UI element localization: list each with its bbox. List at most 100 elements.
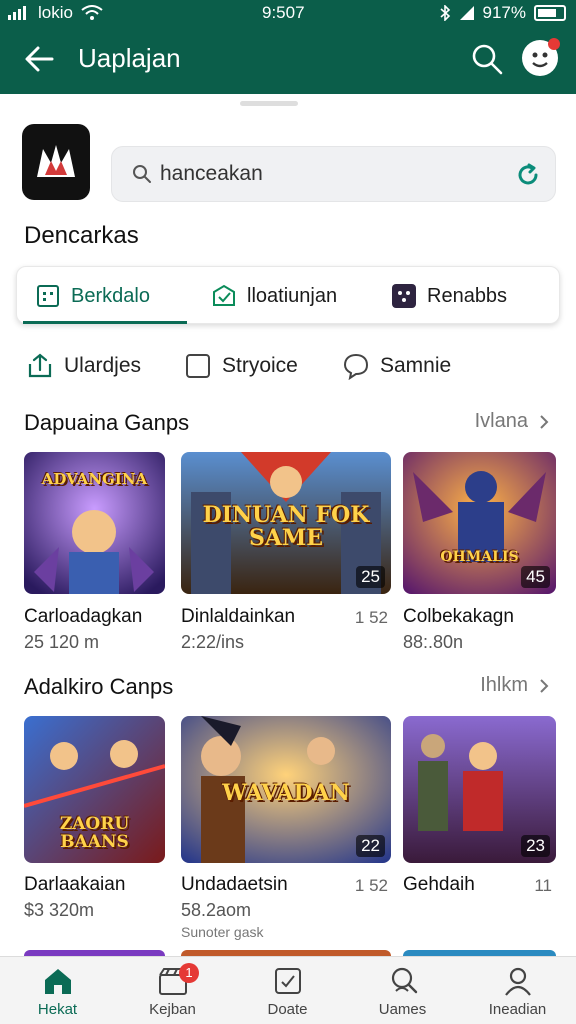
game-meta: 2:22/ins <box>181 632 245 652</box>
status-time: 9:507 <box>262 3 305 22</box>
nav-label: Doate <box>267 1001 308 1018</box>
grid-icon <box>37 285 59 307</box>
checkbox-icon <box>186 354 210 378</box>
nav-hekat[interactable]: Hekat <box>0 957 115 1024</box>
home-icon <box>45 969 71 994</box>
dots-square-icon <box>392 284 416 308</box>
search-icon <box>133 165 151 183</box>
battery-icon <box>534 5 566 21</box>
tab-label: Berkdalo <box>71 284 150 307</box>
game-title: Dinlaldainkan <box>181 606 296 627</box>
section-title: Dencarkas <box>24 222 139 249</box>
game-title: Gehdaih <box>403 874 475 895</box>
bottom-navigation: Hekat 1 Kejban Doate Uames Ineadian <box>0 956 576 1024</box>
game-thumbnail: ZAORU BAANS <box>24 716 165 863</box>
sheet-handle[interactable] <box>240 101 298 106</box>
cell-signal-icon <box>459 6 474 20</box>
wifi-icon <box>81 5 103 20</box>
game-badge: 25 <box>356 566 385 588</box>
nav-ineadian[interactable]: Ineadian <box>460 957 575 1024</box>
row-title: Adalkiro Canps <box>24 674 174 699</box>
game-art-title: DINUAN FOK SAME <box>202 502 370 552</box>
notification-dot <box>548 38 560 50</box>
app-bar: Uaplajan <box>0 28 576 94</box>
game-count: 1 52 <box>354 876 388 895</box>
search-person-icon <box>391 967 418 994</box>
search-bar[interactable] <box>111 146 556 202</box>
nav-doate[interactable]: Doate <box>230 957 345 1024</box>
status-left: lokio <box>8 3 103 23</box>
signal-icon <box>8 6 26 20</box>
status-bar: lokio 9:507 917% <box>0 0 576 28</box>
chevron-right-icon <box>540 414 549 429</box>
tab-label: Renabbs <box>427 284 508 307</box>
app-logo-icon <box>37 145 75 177</box>
game-thumbnail: ADVANGINA <box>24 452 165 594</box>
game-count: 1 52 <box>354 608 388 627</box>
game-thumbnail: WAVADAN 22 <box>181 716 391 863</box>
tab-berkdalo[interactable]: Berkdalo <box>35 267 150 325</box>
game-thumbnail: OHMALIS 45 <box>403 452 556 594</box>
nav-label: Uames <box>378 1001 427 1018</box>
row-header-adalkiro: Adalkiro Canps Ihlkm <box>24 674 552 704</box>
game-thumbnail: DINUAN FOK SAME 25 <box>181 452 391 594</box>
see-more-label: Ihlkm <box>480 674 528 696</box>
game-subtitle: Sunoter gask <box>181 924 264 940</box>
battery-percent: 917% <box>482 3 526 22</box>
row-header-dapuaina: Dapuaina Ganps Ivlana <box>24 410 552 440</box>
filter-label: Stryoice <box>222 354 298 377</box>
nav-kejban[interactable]: 1 Kejban <box>115 957 230 1024</box>
category-tabs: Berkdalo lloatiunjan Renabbs <box>16 266 560 324</box>
game-badge: 45 <box>521 566 550 588</box>
filter-ulardjes[interactable]: Ulardjes <box>26 346 141 386</box>
see-more-label: Ivlana <box>474 410 528 432</box>
chevron-right-icon <box>540 678 549 693</box>
game-meta: $3 320m <box>24 900 95 920</box>
filter-row: Ulardjes Stryoice Samnie <box>26 346 546 386</box>
profile-avatar[interactable] <box>522 38 560 76</box>
see-more-link[interactable]: Ivlana <box>475 410 552 433</box>
chat-bubble-icon <box>343 353 369 380</box>
app-logo <box>22 124 90 200</box>
game-badge: 23 <box>521 835 550 857</box>
filter-stryoice[interactable]: Stryoice <box>184 346 298 386</box>
nav-label: Ineadian <box>488 1001 547 1018</box>
tab-lloatiunjan[interactable]: lloatiunjan <box>211 267 337 325</box>
nav-uames[interactable]: Uames <box>345 957 460 1024</box>
carrier-label: lokio <box>38 3 73 22</box>
game-title: Darlaakaian <box>24 874 126 895</box>
app-bar-title: Uaplajan <box>78 43 181 73</box>
see-more-link[interactable]: Ihlkm <box>480 674 552 697</box>
nav-label: Hekat <box>37 1001 78 1018</box>
tab-renabbs[interactable]: Renabbs <box>391 267 507 325</box>
game-meta: 88:.80n <box>403 632 464 652</box>
game-title: Carloadagkan <box>24 606 143 627</box>
status-right: 917% <box>439 3 566 23</box>
game-title: Colbekakagn <box>403 606 514 627</box>
game-count: 11 <box>534 876 552 895</box>
nav-label: Kejban <box>149 1001 196 1018</box>
tab-label: lloatiunjan <box>247 284 338 307</box>
game-thumbnail: 23 <box>403 716 556 863</box>
envelope-check-icon <box>213 284 235 306</box>
back-arrow-icon[interactable] <box>22 42 56 76</box>
filter-label: Samnie <box>380 354 452 377</box>
person-icon <box>505 967 531 996</box>
edit-square-icon <box>275 968 301 994</box>
filter-samnie[interactable]: Samnie <box>342 346 451 386</box>
game-title: Undadaetsin <box>181 874 288 895</box>
filter-label: Ulardjes <box>64 354 142 377</box>
nav-notification-badge: 1 <box>179 963 199 983</box>
bluetooth-icon <box>439 5 450 21</box>
refresh-icon[interactable] <box>515 162 541 188</box>
game-art-title: ADVANGINA <box>41 470 148 488</box>
share-icon <box>28 353 52 378</box>
search-icon[interactable] <box>470 42 504 76</box>
game-meta: 25 120 m <box>24 632 100 652</box>
game-badge: 22 <box>356 835 385 857</box>
search-input[interactable] <box>160 157 490 191</box>
game-meta: 58.2aom <box>181 900 252 920</box>
active-tab-indicator <box>23 321 187 324</box>
row-title: Dapuaina Ganps <box>24 410 190 435</box>
game-art-title: ZAORU BAANS <box>59 814 130 852</box>
